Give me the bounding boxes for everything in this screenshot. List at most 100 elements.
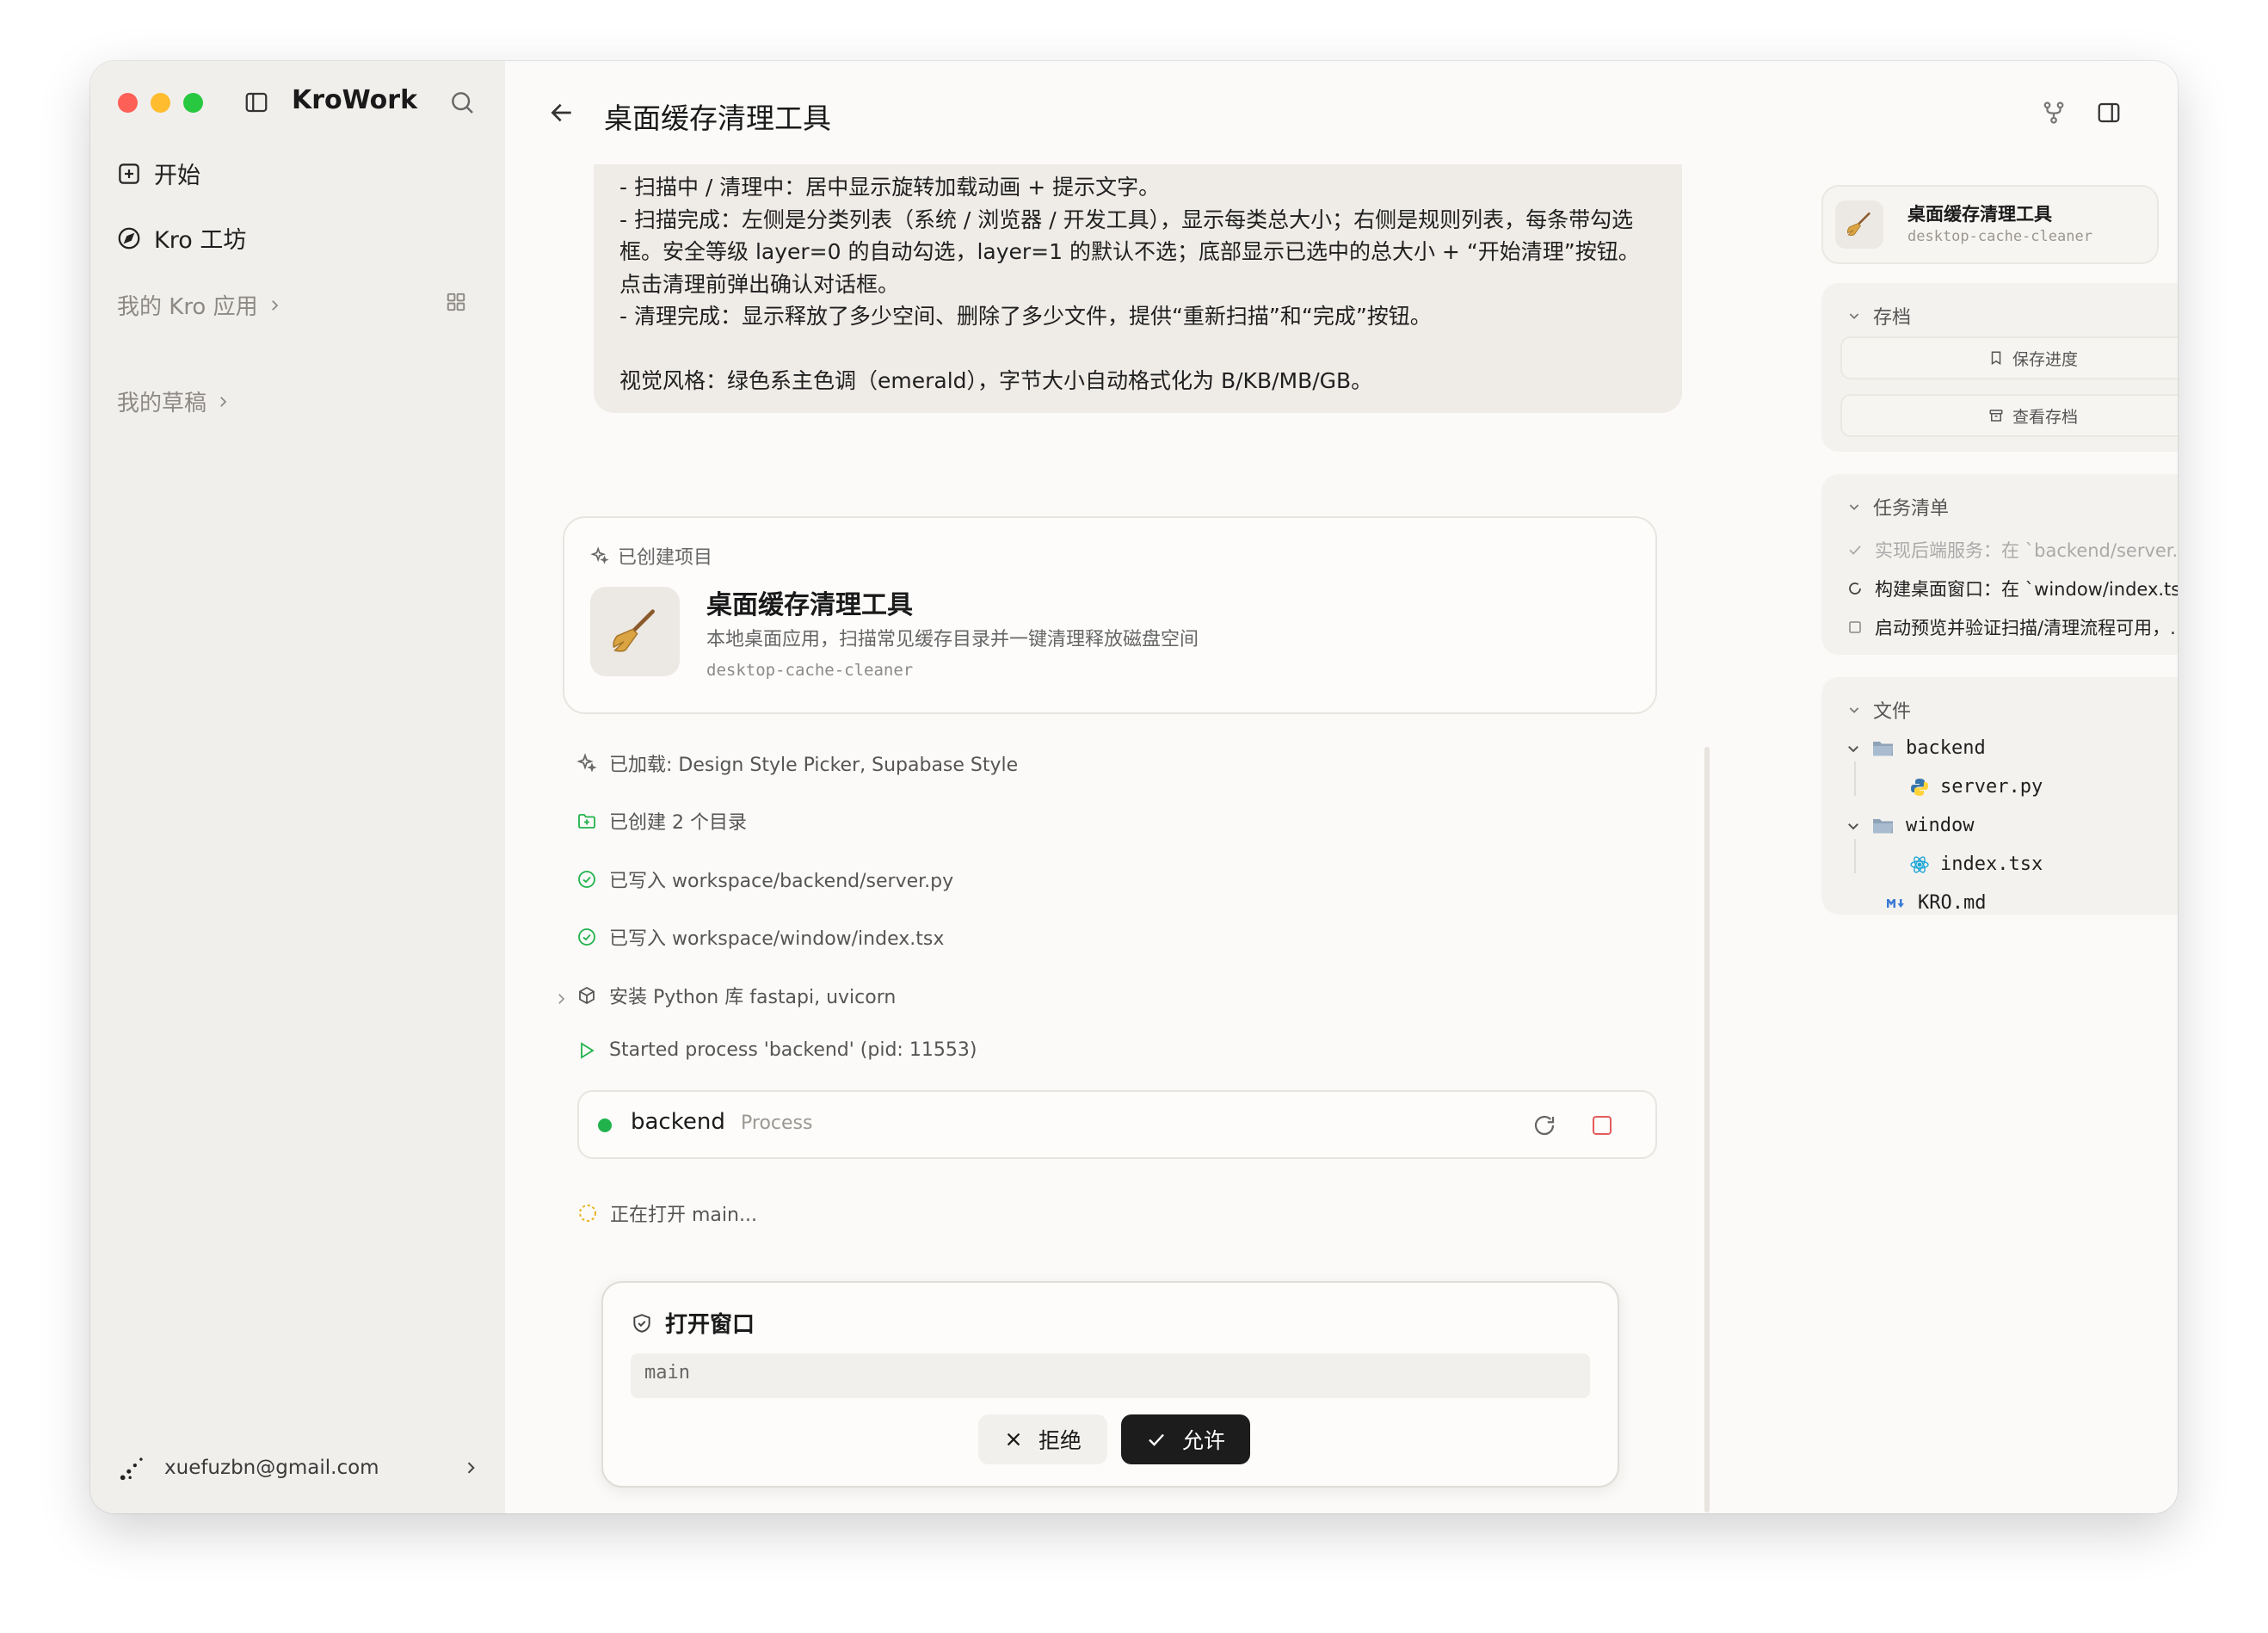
shield-check-icon (633, 1313, 650, 1333)
files-section: 文件 backend server.py window index.tsx KR… (1821, 677, 2178, 915)
process-row[interactable]: backend Process (577, 1090, 1657, 1159)
open-window-dialog: 打开窗口 main 拒绝 允许 (601, 1281, 1619, 1488)
save-progress-button[interactable]: 保存进度 (1840, 336, 2178, 379)
app-window: KroWork 开始 Kro 工坊 我的 Kro 应用 我的草稿 xuefuzb… (90, 61, 2178, 1513)
activity-item: 已写入 workspace/window/index.tsx (576, 923, 944, 951)
user-message-bubble: - 扫描中 / 清理中：居中显示旋转加载动画 + 提示文字。 - 扫描完成：左侧… (594, 164, 1682, 413)
in-progress-circle-icon (1849, 582, 1861, 595)
broom-icon (1835, 200, 1883, 249)
activity-item-expandable[interactable]: 安装 Python 库 fastapi, uvicorn (576, 982, 896, 1009)
branch-icon[interactable] (2041, 100, 2067, 126)
project-card-label: 已创建项目 (590, 542, 712, 570)
activity-item: 已写入 workspace/backend/server.py (576, 866, 953, 893)
search-icon[interactable] (448, 89, 476, 116)
back-arrow-icon[interactable] (548, 99, 576, 126)
nav-group-label: 我的草稿 (117, 391, 207, 416)
scrollbar[interactable] (1704, 747, 1710, 1513)
task-list-header[interactable]: 任务清单 (1847, 493, 1949, 521)
project-slug: desktop-cache-cleaner (706, 661, 914, 680)
tree-file-server-py[interactable]: server.py (1909, 776, 2043, 798)
window-name-field[interactable]: main (631, 1353, 1590, 1398)
markdown-icon (1887, 898, 1904, 908)
folder-open-icon (1873, 818, 1893, 833)
activity-item: 已加载: Design Style Picker, Supabase Style (576, 749, 1018, 777)
checkbox-icon (1849, 621, 1861, 633)
chevron-down-icon (1848, 823, 1858, 829)
chevron-right-icon (271, 299, 278, 311)
project-created-card[interactable]: 已创建项目 桌面缓存清理工具 本地桌面应用，扫描常见缓存目录并一键清理释放磁盘空… (563, 516, 1657, 714)
task-item[interactable]: 启动预览并验证扫描/清理流程可用，... (1847, 614, 2178, 640)
main-content: 桌面缓存清理工具 - 扫描中 / 清理中：居中显示旋转加载动画 + 提示文字。 … (505, 61, 2178, 1513)
python-icon (1911, 778, 1928, 796)
activity-item: 已创建 2 个目录 (576, 807, 747, 835)
bookmark-icon (1991, 351, 2001, 366)
chevron-right-icon (467, 1462, 475, 1474)
window-controls (118, 93, 203, 113)
tree-guide (1854, 839, 1856, 873)
nav-group-drafts[interactable]: 我的草稿 (117, 385, 231, 417)
check-icon (1149, 1433, 1164, 1446)
process-type: Process (741, 1112, 813, 1134)
close-icon (1007, 1433, 1020, 1446)
opening-status: 正在打开 main... (577, 1199, 757, 1227)
user-account-row[interactable]: xuefuzbn@gmail.com (118, 1453, 479, 1482)
sidebar: KroWork 开始 Kro 工坊 我的 Kro 应用 我的草稿 xuefuzb… (90, 61, 505, 1513)
archive-box-icon (1989, 410, 2003, 422)
panel-toggle-icon[interactable] (2096, 100, 2122, 126)
sparkle-icon (576, 753, 597, 773)
nav-group-my-apps[interactable]: 我的 Kro 应用 (117, 289, 282, 321)
package-icon (579, 986, 595, 1005)
page-title: 桌面缓存清理工具 (604, 102, 831, 135)
tree-guide (1854, 761, 1856, 796)
check-circle-icon (578, 871, 595, 888)
nav-item-kro-workshop[interactable]: Kro 工坊 (116, 221, 246, 255)
nav-group-label: 我的 Kro 应用 (117, 294, 258, 320)
avatar-icon (120, 1457, 143, 1481)
chevron-down-icon (1849, 313, 1859, 319)
archive-section-header[interactable]: 存档 (1847, 302, 1911, 330)
task-item[interactable]: 实现后端服务：在 `backend/server.... (1847, 537, 2178, 563)
deny-button[interactable]: 拒绝 (978, 1414, 1107, 1464)
task-list-section: 任务清单 实现后端服务：在 `backend/server.... 构建桌面窗口… (1821, 474, 2178, 655)
project-description: 本地桌面应用，扫描常见缓存目录并一键清理释放磁盘空间 (706, 629, 1199, 650)
chevron-right-icon (220, 396, 227, 407)
dialog-title: 打开窗口 (631, 1307, 755, 1339)
chevron-down-icon (1849, 504, 1859, 510)
tree-folder-backend[interactable]: backend (1846, 737, 1986, 759)
process-name: backend (631, 1109, 725, 1135)
message-text: - 扫描中 / 清理中：居中显示旋转加载动画 + 提示文字。 - 扫描完成：左侧… (619, 175, 1640, 393)
view-archive-button[interactable]: 查看存档 (1840, 394, 2178, 437)
project-name: 桌面缓存清理工具 (1907, 204, 2052, 225)
play-icon (581, 1041, 595, 1059)
minimize-window-button[interactable] (151, 93, 170, 113)
stop-process-button[interactable] (1593, 1116, 1612, 1135)
nav-item-label: Kro 工坊 (154, 227, 247, 254)
compass-icon (118, 227, 140, 249)
grid-icon[interactable] (445, 291, 467, 313)
app-title: KroWork (292, 85, 418, 115)
loading-spinner-icon (579, 1205, 596, 1222)
tree-file-kro-md[interactable]: KRO.md (1885, 892, 1986, 914)
tree-file-index-tsx[interactable]: index.tsx (1909, 853, 2043, 875)
project-slug: desktop-cache-cleaner (1907, 228, 2092, 245)
maximize-window-button[interactable] (183, 93, 203, 113)
chevron-down-icon (1848, 745, 1858, 752)
chevron-down-icon (1849, 707, 1859, 713)
plus-square-icon (119, 163, 139, 184)
nav-item-start[interactable]: 开始 (116, 157, 200, 190)
close-window-button[interactable] (118, 93, 138, 113)
files-header[interactable]: 文件 (1847, 696, 1911, 724)
broom-icon (590, 587, 680, 676)
task-item[interactable]: 构建桌面窗口：在 `window/index.tsx... (1847, 576, 2178, 601)
project-name: 桌面缓存清理工具 (706, 590, 913, 620)
project-summary-card[interactable]: 桌面缓存清理工具 desktop-cache-cleaner (1821, 185, 2159, 264)
folder-plus-icon (578, 814, 595, 829)
check-icon (1849, 545, 1861, 555)
chevron-right-icon[interactable] (553, 991, 569, 1007)
allow-button[interactable]: 允许 (1121, 1414, 1250, 1464)
restart-icon[interactable] (1532, 1112, 1557, 1138)
check-circle-icon (578, 928, 595, 946)
folder-open-icon (1873, 741, 1893, 755)
tree-folder-window[interactable]: window (1846, 815, 1974, 836)
sidebar-toggle-icon[interactable] (243, 89, 269, 115)
